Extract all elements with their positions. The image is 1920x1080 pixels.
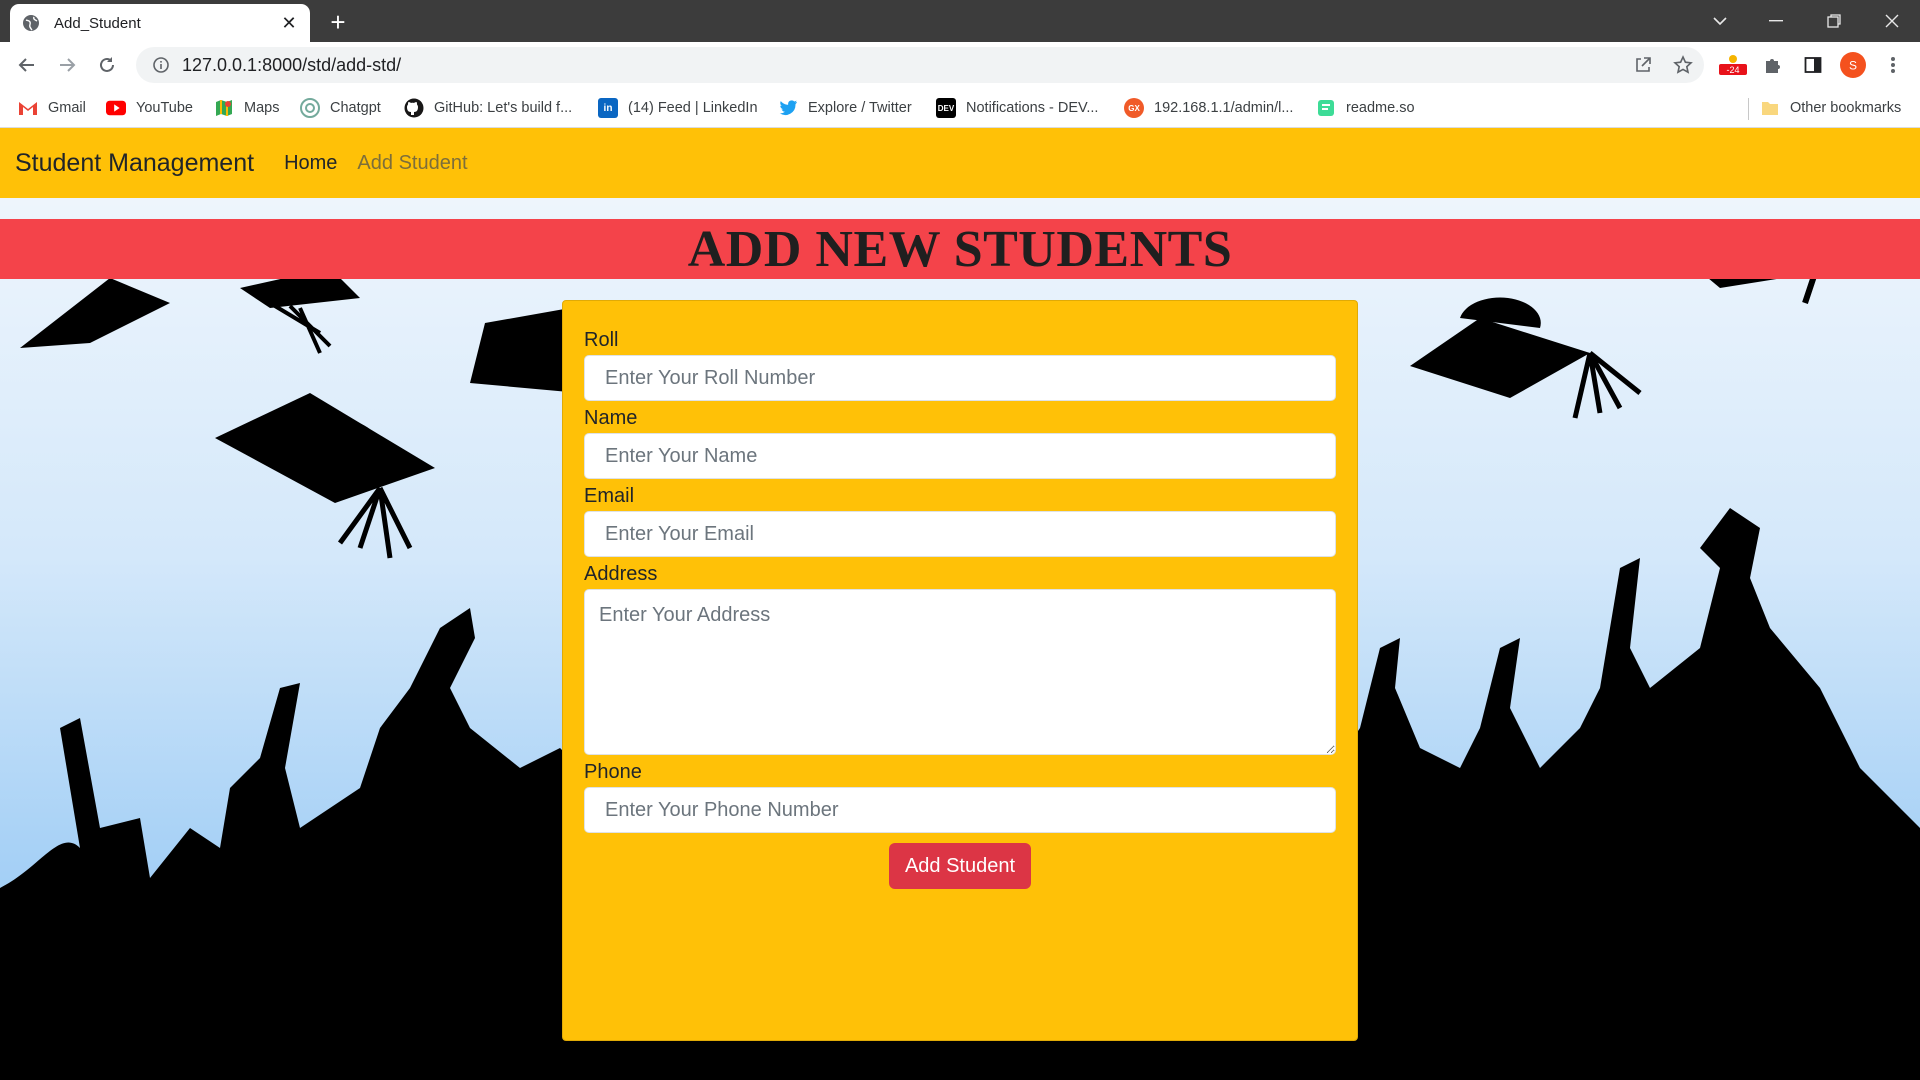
other-bookmarks-label: Other bookmarks — [1790, 100, 1902, 116]
reload-icon[interactable] — [92, 50, 122, 80]
readme-icon — [1316, 98, 1336, 118]
menu-kebab-icon[interactable] — [1880, 52, 1906, 78]
nav-link-home[interactable]: Home — [284, 152, 337, 175]
email-input[interactable] — [584, 511, 1336, 557]
bookmark-label: YouTube — [136, 100, 193, 116]
roll-input[interactable] — [584, 355, 1336, 401]
other-bookmarks[interactable]: Other bookmarks — [1760, 96, 1901, 120]
bookmark-dev[interactable]: DEV Notifications - DEV... — [936, 96, 1098, 120]
profile-avatar[interactable]: S — [1840, 52, 1866, 78]
youtube-icon — [106, 98, 126, 118]
minimize-icon[interactable] — [1748, 0, 1804, 42]
bookmark-gmail[interactable]: Gmail — [18, 96, 86, 120]
bookmark-readme[interactable]: readme.so — [1316, 96, 1415, 120]
extension-badge-text: -24 — [1726, 65, 1739, 75]
bookmark-label: 192.168.1.1/admin/l... — [1154, 100, 1294, 116]
bookmark-label: Gmail — [48, 100, 86, 116]
bookmark-maps[interactable]: Maps — [214, 96, 279, 120]
router-icon: GX — [1124, 98, 1144, 118]
extensions-puzzle-icon[interactable] — [1760, 52, 1786, 78]
phone-label: Phone — [584, 761, 642, 783]
bookmark-label: readme.so — [1346, 100, 1415, 116]
globe-icon — [22, 14, 40, 32]
browser-toolbar: 127.0.0.1:8000/std/add-std/ -24 S — [0, 42, 1920, 88]
tab-search-icon[interactable] — [1692, 0, 1748, 42]
restore-icon[interactable] — [1806, 0, 1862, 42]
side-panel-icon[interactable] — [1800, 52, 1826, 78]
bookmark-youtube[interactable]: YouTube — [106, 96, 193, 120]
name-label: Name — [584, 407, 638, 429]
gmail-icon — [18, 98, 38, 118]
share-icon[interactable] — [1630, 52, 1656, 78]
bookmarks-bar: Gmail YouTube Maps Chatgpt GitHub: Let's… — [0, 88, 1920, 128]
bookmark-label: GitHub: Let's build f... — [434, 100, 573, 116]
top-navbar: Student Management Home Add Student — [0, 128, 1920, 198]
bookmark-label: Maps — [244, 100, 280, 116]
address-bar[interactable]: 127.0.0.1:8000/std/add-std/ — [136, 47, 1704, 83]
bookmarks-separator — [1748, 98, 1749, 120]
twitter-icon — [778, 98, 798, 118]
chatgpt-icon — [300, 98, 320, 118]
back-icon[interactable] — [12, 50, 42, 80]
navbar-brand[interactable]: Student Management — [15, 149, 254, 178]
bookmark-chatgpt[interactable]: Chatgpt — [300, 96, 381, 120]
page-title: ADD NEW STUDENTS — [687, 220, 1233, 278]
bookmark-label: Notifications - DEV... — [966, 100, 1099, 116]
site-info-icon[interactable] — [152, 56, 170, 74]
nav-link-add-student[interactable]: Add Student — [357, 152, 467, 175]
profile-initial: S — [1849, 59, 1857, 73]
add-student-button[interactable]: Add Student — [888, 843, 1032, 889]
page-banner: ADD NEW STUDENTS — [0, 219, 1920, 279]
address-textarea[interactable] — [584, 589, 1336, 755]
add-student-form: Roll Name Email Address Phone Add Studen… — [562, 300, 1358, 1041]
folder-icon — [1760, 98, 1780, 118]
name-input[interactable] — [584, 433, 1336, 479]
dev-icon: DEV — [936, 98, 956, 118]
linkedin-icon: in — [598, 98, 618, 118]
new-tab-icon[interactable]: + — [324, 8, 352, 36]
bookmark-linkedin[interactable]: in (14) Feed | LinkedIn — [598, 96, 758, 120]
bookmark-label: (14) Feed | LinkedIn — [628, 100, 758, 116]
bookmark-router[interactable]: GX 192.168.1.1/admin/l... — [1124, 96, 1293, 120]
url-text: 127.0.0.1:8000/std/add-std/ — [182, 54, 402, 75]
weather-extension-icon[interactable]: -24 — [1716, 52, 1750, 78]
address-label: Address — [584, 563, 658, 585]
bookmark-github[interactable]: GitHub: Let's build f... — [404, 96, 572, 120]
roll-label: Roll — [584, 329, 619, 351]
github-icon — [404, 98, 424, 118]
bookmark-star-icon[interactable] — [1670, 52, 1696, 78]
tab-strip: Add_Student ✕ + — [0, 0, 1920, 42]
email-label: Email — [584, 485, 635, 507]
forward-icon[interactable] — [52, 50, 82, 80]
page-viewport: Student Management Home Add Student ADD … — [0, 128, 1920, 1080]
bookmark-label: Chatgpt — [330, 100, 381, 116]
bookmark-label: Explore / Twitter — [808, 100, 912, 116]
bookmark-twitter[interactable]: Explore / Twitter — [778, 96, 912, 120]
maps-icon — [214, 98, 234, 118]
close-window-icon[interactable] — [1864, 0, 1920, 42]
browser-tab[interactable]: Add_Student ✕ — [10, 4, 310, 42]
tab-title: Add_Student — [54, 14, 141, 32]
submit-row: Add Student — [584, 843, 1336, 889]
close-tab-icon[interactable]: ✕ — [280, 13, 298, 33]
phone-input[interactable] — [584, 787, 1336, 833]
